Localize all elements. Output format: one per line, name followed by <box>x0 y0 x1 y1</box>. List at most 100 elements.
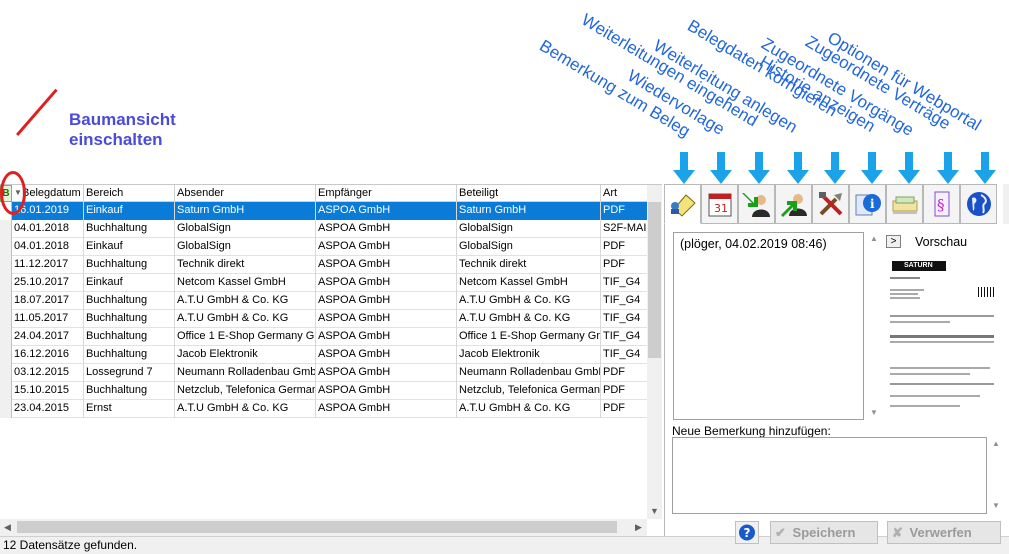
table-row[interactable]: 15.10.2015 Buchhaltung Netzclub, Telefonic… <box>0 382 647 400</box>
row-indicator[interactable] <box>0 256 12 274</box>
table-row[interactable]: 23.04.2015 Ernst A.T.U GmbH & Co. KG ASPOA … <box>0 400 647 418</box>
arrow-down-icon <box>824 152 846 184</box>
note-history-box[interactable]: (plöger, 04.02.2019 08:46) <box>673 232 864 420</box>
tab-zugeordnete-vorgaenge[interactable] <box>886 184 923 224</box>
preview-label: Vorschau <box>915 235 968 249</box>
discard-button[interactable]: ✘ Verwerfen <box>887 521 1001 544</box>
row-indicator[interactable] <box>0 274 12 292</box>
cell-art: PDF <box>601 202 647 220</box>
column-header-beteiligt[interactable]: Beteiligt <box>457 185 601 202</box>
document-grid: B ▼ Belegdatum Bereich Absender Empfänge… <box>0 184 662 536</box>
cell-absender: Jacob Elektronik <box>175 346 316 364</box>
cell-art: PDF <box>603 402 625 414</box>
save-button[interactable]: ✔ Speichern <box>770 521 878 544</box>
cell-empfaenger: ASPOA GmbH <box>316 202 457 220</box>
grid-vertical-scrollbar[interactable]: ▼ <box>647 185 662 519</box>
document-preview-thumbnail[interactable]: SATURN <box>886 255 1001 421</box>
column-header-empfaenger[interactable]: Empfänger <box>316 185 457 202</box>
column-header-bereich[interactable]: Bereich <box>84 185 175 202</box>
row-indicator[interactable] <box>0 328 12 346</box>
cell-beteiligt: Saturn GmbH <box>457 202 601 220</box>
preview-toggle-button[interactable]: > <box>886 235 901 248</box>
arrow-down-icon <box>673 152 695 184</box>
scroll-down-icon[interactable]: ▼ <box>647 504 662 519</box>
tab-optionen-webportal[interactable] <box>960 184 997 224</box>
column-header-art[interactable]: Art <box>601 185 647 202</box>
scroll-right-icon[interactable]: ▶ <box>631 520 646 535</box>
cell-absender: GlobalSign <box>175 238 316 256</box>
cell-belegdatum: 18.07.2017 <box>12 292 84 310</box>
row-indicator[interactable] <box>0 400 12 418</box>
tab-weiterleitungen-eingehend[interactable] <box>738 184 775 224</box>
table-row[interactable]: 11.12.2017 Buchhaltung Technik direkt ASPOA… <box>0 256 647 274</box>
cell-belegdatum: 04.01.2018 <box>12 220 84 238</box>
cell-art: S2F-MAI <box>603 222 647 234</box>
table-row[interactable]: 18.07.2017 Buchhaltung A.T.U GmbH & Co. KG… <box>0 292 647 310</box>
scroll-down-icon[interactable]: ▼ <box>870 408 878 417</box>
scrollbar-thumb[interactable] <box>17 521 617 533</box>
cell-belegdatum: 23.04.2015 <box>12 400 84 418</box>
cell-beteiligt: Netcom Kassel GmbH <box>457 274 601 292</box>
tree-view-callout-line2: einschalten <box>69 130 163 149</box>
row-indicator[interactable] <box>0 238 12 256</box>
row-indicator[interactable] <box>0 310 12 328</box>
grid-header: B ▼ Belegdatum Bereich Absender Empfänge… <box>0 185 647 202</box>
cell-bereich: Buchhaltung <box>84 310 175 328</box>
cell-beteiligt: A.T.U GmbH & Co. KG <box>457 292 601 310</box>
grid-horizontal-scrollbar[interactable]: ◀ ▶ <box>0 519 647 536</box>
table-row[interactable]: 03.12.2015 Lossegrund 7 Neumann Rolladenba… <box>0 364 647 382</box>
cell-beteiligt: Netzclub, Telefonica Germany <box>457 382 601 400</box>
tab-zugeordnete-vertraege[interactable]: § <box>923 184 960 224</box>
scroll-up-icon[interactable]: ▲ <box>870 234 878 243</box>
column-header-absender[interactable]: Absender <box>175 185 316 202</box>
table-row[interactable]: 24.04.2017 Buchhaltung Office 1 E-Shop Ger… <box>0 328 647 346</box>
cell-absender: Saturn GmbH <box>175 202 316 220</box>
cell-beteiligt: A.T.U GmbH & Co. KG <box>457 310 601 328</box>
tab-wiedervorlage[interactable]: 31 <box>701 184 738 224</box>
svg-text:i: i <box>870 197 875 211</box>
row-indicator[interactable] <box>0 346 12 364</box>
cell-bereich: Einkauf <box>84 274 175 292</box>
callout-pointer-line <box>16 88 58 136</box>
discard-icon: ✘ <box>892 525 903 540</box>
scroll-up-icon[interactable]: ▲ <box>992 439 1000 448</box>
help-button[interactable]: ? <box>735 521 759 544</box>
arrow-down-icon <box>710 152 732 184</box>
arrow-down-icon <box>898 152 920 184</box>
cell-beteiligt: Jacob Elektronik <box>457 346 601 364</box>
cell-empfaenger: ASPOA GmbH <box>316 256 457 274</box>
arrow-down-icon <box>861 152 883 184</box>
table-row[interactable]: 16.01.2019 Einkauf Saturn GmbH ASPOA GmbH Sa… <box>0 202 647 220</box>
scroll-down-icon[interactable]: ▼ <box>992 501 1000 510</box>
table-row[interactable]: 16.12.2016 Buchhaltung Jacob Elektronik ASP… <box>0 346 647 364</box>
row-indicator[interactable] <box>0 382 12 400</box>
row-indicator[interactable] <box>0 292 12 310</box>
arrow-down-icon <box>974 152 996 184</box>
tab-belegdaten-korrigieren[interactable] <box>812 184 849 224</box>
table-row[interactable]: 04.01.2018 Einkauf GlobalSign ASPOA GmbH Glo… <box>0 238 647 256</box>
tab-bemerkung[interactable] <box>664 184 701 224</box>
cell-bereich: Einkauf <box>84 238 175 256</box>
cell-empfaenger: ASPOA GmbH <box>316 346 457 364</box>
tab-historie-anzeigen[interactable]: i <box>849 184 886 224</box>
table-row[interactable]: 25.10.2017 Einkauf Netcom Kassel GmbH ASPOA… <box>0 274 647 292</box>
row-indicator[interactable] <box>0 220 12 238</box>
scroll-left-icon[interactable]: ◀ <box>0 520 15 535</box>
tab-weiterleitung-anlegen[interactable] <box>775 184 812 224</box>
new-note-scrollbar[interactable]: ▲ ▼ <box>989 437 1003 514</box>
cell-art: PDF <box>603 258 625 270</box>
cell-art: PDF <box>603 366 625 378</box>
cell-beteiligt: Office 1 E-Shop Germany GmbH <box>457 328 601 346</box>
scrollbar-thumb[interactable] <box>648 202 661 358</box>
row-indicator[interactable] <box>0 364 12 382</box>
cell-art: TIF_G4 <box>603 312 641 324</box>
cell-empfaenger: ASPOA GmbH <box>316 310 457 328</box>
arrow-down-icon <box>937 152 959 184</box>
contracts-icon: § <box>934 191 950 217</box>
note-scrollbar[interactable]: ▲ ▼ <box>868 232 882 420</box>
table-row[interactable]: 04.01.2018 Buchhaltung GlobalSign ASPOA Gmb… <box>0 220 647 238</box>
new-note-input[interactable] <box>672 437 987 514</box>
note-panel: (plöger, 04.02.2019 08:46) ▲ ▼ > Vorscha… <box>664 224 1009 544</box>
table-row[interactable]: 11.05.2017 Buchhaltung A.T.U GmbH & Co. KG… <box>0 310 647 328</box>
arrow-down-icon <box>748 152 770 184</box>
